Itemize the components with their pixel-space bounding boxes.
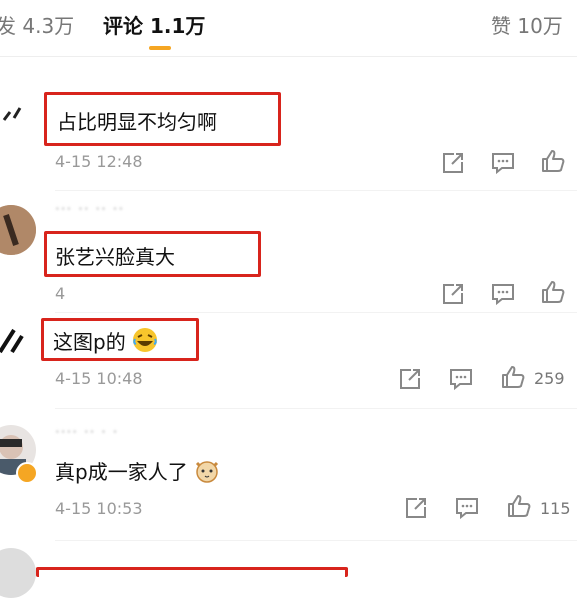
- tab-reposts[interactable]: 发 4.3万: [0, 10, 74, 39]
- comment-text: 真p成一家人了: [55, 456, 220, 485]
- comment-text: 占比明显不均匀啊: [57, 110, 217, 134]
- verified-badge: [16, 462, 38, 484]
- comment-text: 张艺兴脸真大: [55, 245, 175, 269]
- username[interactable]: ··· ·· ·· ··: [55, 200, 124, 218]
- comment-icon[interactable]: [490, 281, 516, 307]
- comment-icon[interactable]: [448, 366, 474, 392]
- comment-text: 这图p的: [53, 326, 158, 355]
- share-icon[interactable]: [440, 281, 466, 307]
- thumbs-up-icon[interactable]: [500, 364, 526, 390]
- avatar[interactable]: [0, 90, 36, 140]
- cat-face-icon: [196, 461, 219, 483]
- row-divider: [55, 312, 577, 313]
- thumbs-up-icon[interactable]: [540, 279, 566, 305]
- thumbs-up-icon[interactable]: [540, 148, 566, 174]
- comment-icon[interactable]: [454, 495, 480, 521]
- share-icon[interactable]: [440, 150, 466, 176]
- username[interactable]: ···· ·· · ·: [55, 423, 118, 441]
- avatar[interactable]: [0, 548, 36, 598]
- comment-time: 4-15 12:48: [55, 152, 143, 171]
- row-divider: [55, 540, 577, 541]
- tab-comments[interactable]: 评论 1.1万: [103, 10, 205, 39]
- comment-time: 4-15 10:48: [55, 369, 143, 388]
- avatar[interactable]: [0, 205, 36, 255]
- like-count: 259: [534, 369, 565, 388]
- share-icon[interactable]: [397, 366, 423, 392]
- laughing-emoji-icon: [133, 328, 158, 352]
- comment-icon[interactable]: [490, 150, 516, 176]
- like-count: 115: [540, 499, 571, 518]
- row-divider: [55, 408, 577, 409]
- tab-bar: 发 4.3万 评论 1.1万 赞 10万: [0, 0, 577, 55]
- comment-time: 4-15 10:53: [55, 499, 143, 518]
- comment-text-body: 真p成一家人了: [55, 460, 188, 484]
- comment-time: 4: [55, 284, 66, 303]
- tab-likes[interactable]: 赞 10万: [491, 10, 563, 39]
- row-divider: [55, 190, 577, 191]
- share-icon[interactable]: [403, 495, 429, 521]
- highlight-box: [36, 567, 348, 577]
- avatar[interactable]: [0, 312, 36, 362]
- comment-text-body: 这图p的: [53, 330, 126, 354]
- thumbs-up-icon[interactable]: [506, 493, 532, 519]
- tab-divider: [0, 56, 577, 57]
- active-tab-indicator: [149, 46, 171, 50]
